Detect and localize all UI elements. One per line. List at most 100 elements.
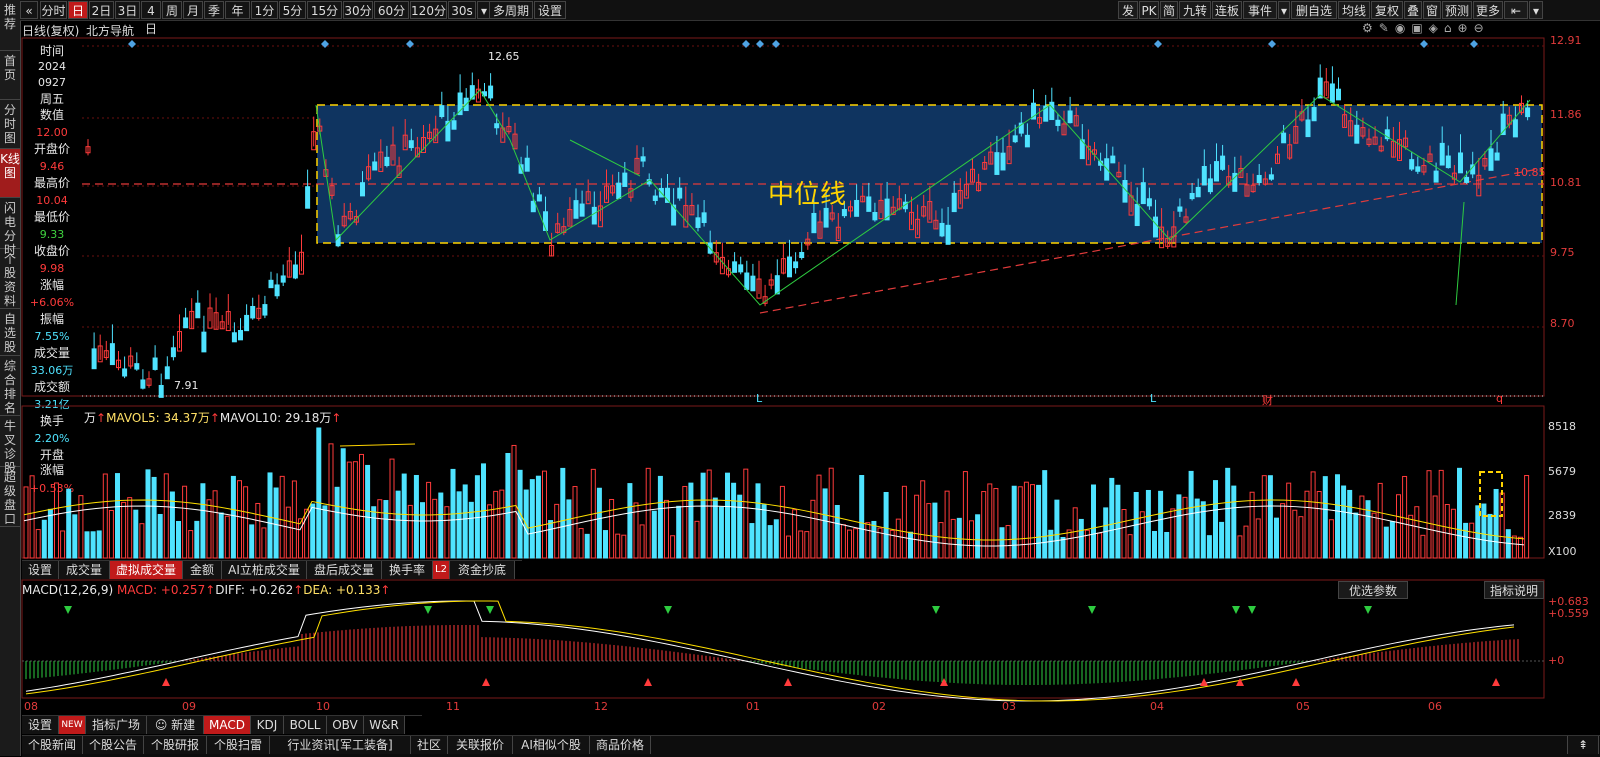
bottom-tab-quotes[interactable]: 关联报价 xyxy=(448,736,513,754)
volume-bar xyxy=(1267,475,1273,559)
volume-bar xyxy=(1280,503,1286,559)
indicator-tab-square[interactable]: 指标广场 xyxy=(86,716,147,734)
volume-bar xyxy=(743,468,749,559)
volume-bar xyxy=(1426,470,1432,559)
bottom-tab-announcements[interactable]: 个股公告 xyxy=(83,736,144,754)
volume-bar xyxy=(1310,471,1316,559)
volume-bar xyxy=(596,487,602,559)
indicator-tab-boll[interactable]: BOLL xyxy=(284,716,327,734)
volume-bar xyxy=(871,520,877,559)
indicator-tab-new[interactable]: ☺ 新建 xyxy=(147,716,204,734)
candle-body xyxy=(1268,174,1274,180)
candle-body xyxy=(872,211,878,221)
collapse-up-icon[interactable]: ⇞ xyxy=(1567,736,1599,754)
buy-signal-2 xyxy=(644,678,652,686)
month-12: 12 xyxy=(594,700,608,713)
volume-tab-virtual[interactable]: 虚拟成交量 xyxy=(110,561,183,579)
sell-signal-3 xyxy=(664,606,672,614)
volume-tab-capital[interactable]: 资金抄底 xyxy=(450,561,515,579)
volume-bar xyxy=(54,482,59,559)
volume-bar xyxy=(1316,491,1322,559)
volume-bar xyxy=(828,467,834,559)
candle-body xyxy=(494,123,500,129)
volume-bar xyxy=(499,489,505,559)
volume-bar xyxy=(779,485,785,559)
volume-bar xyxy=(200,483,206,559)
month-04: 04 xyxy=(1150,700,1164,713)
volume-bar xyxy=(932,502,938,559)
volume-bar xyxy=(1524,475,1530,559)
volume-bar xyxy=(474,475,480,559)
candle-body xyxy=(652,195,658,201)
candle-body xyxy=(1494,152,1500,161)
volume-bar xyxy=(1371,512,1377,559)
signal-diamond-5 xyxy=(772,40,780,48)
marker-finance[interactable]: 财 xyxy=(1262,392,1273,408)
volume-bar xyxy=(389,458,395,559)
indicator-tab-kdj[interactable]: KDJ xyxy=(251,716,284,734)
volume-unit: 万 xyxy=(84,411,97,425)
volume-bar xyxy=(359,453,364,559)
volume-bar xyxy=(603,530,608,559)
bottom-tab-ai-similar[interactable]: AI相似个股 xyxy=(513,736,590,754)
volume-bar xyxy=(212,490,218,559)
volume-bar xyxy=(121,501,127,559)
macd-axis-3: +0 xyxy=(1548,654,1565,667)
bottom-tab-industry[interactable]: 行业资讯[军工装备] xyxy=(270,736,411,754)
volume-bar xyxy=(108,509,114,559)
volume-bar xyxy=(72,514,78,559)
volume-bar xyxy=(639,524,645,559)
volume-bar xyxy=(645,467,651,559)
volume-tab-turnover[interactable]: 换手率 xyxy=(382,561,433,579)
macd-frame xyxy=(21,579,1545,699)
bottom-tab-community[interactable]: 社区 xyxy=(411,736,448,754)
indicator-tab-wr[interactable]: W&R xyxy=(364,716,405,734)
candle-body xyxy=(677,187,683,199)
diff-line xyxy=(25,600,1515,702)
volume-bar xyxy=(224,515,230,559)
volume-tab-afterhours[interactable]: 盘后成交量 xyxy=(307,561,382,579)
candle-body xyxy=(134,363,140,370)
indicator-tab-obv[interactable]: OBV xyxy=(327,716,364,734)
indicator-help-button[interactable]: 指标说明 xyxy=(1484,581,1544,599)
candle-body xyxy=(1525,107,1531,118)
indicator-tab-macd[interactable]: MACD xyxy=(204,716,251,734)
volume-bar xyxy=(401,473,407,559)
candle-body xyxy=(1146,198,1152,207)
volume-tab-volume[interactable]: 成交量 xyxy=(59,561,110,579)
volume-bar xyxy=(243,486,249,559)
bottom-tab-scan[interactable]: 个股扫雷 xyxy=(207,736,270,754)
volume-bar xyxy=(1121,509,1127,559)
candle-body xyxy=(799,251,805,259)
volume-bar xyxy=(413,474,419,559)
low-price-label: 7.91 xyxy=(174,379,199,392)
bottom-tab-news[interactable]: 个股新闻 xyxy=(22,736,83,754)
volume-bar xyxy=(889,529,895,559)
optimize-params-button[interactable]: 优选参数 xyxy=(1338,581,1408,599)
volume-tab-settings[interactable]: 设置 xyxy=(22,561,59,579)
sell-signal-7 xyxy=(1248,606,1256,614)
chart-canvas[interactable] xyxy=(0,0,1600,756)
volume-bar xyxy=(865,522,871,559)
volume-bar xyxy=(1030,484,1035,559)
volume-bar xyxy=(621,534,627,559)
volume-bar xyxy=(468,501,474,559)
candle-body xyxy=(1305,119,1311,138)
volume-tab-amount[interactable]: 金额 xyxy=(183,561,222,579)
bottom-tab-commodity[interactable]: 商品价格 xyxy=(590,736,651,754)
volume-bar xyxy=(584,533,590,559)
candle-body xyxy=(122,368,128,377)
indicator-tab-settings[interactable]: 设置 xyxy=(22,716,59,734)
volume-tabbar: 设置 成交量 虚拟成交量 金额 AI立桩成交量 盘后成交量 换手率 L2 资金抄… xyxy=(22,560,522,579)
volume-bar xyxy=(291,480,297,559)
candle-body xyxy=(787,256,792,278)
candle-body xyxy=(274,284,280,297)
bottom-tab-research[interactable]: 个股研报 xyxy=(144,736,207,754)
volume-bar xyxy=(456,491,462,559)
vol-axis-1: 8518 xyxy=(1548,420,1576,433)
sell-signal-2 xyxy=(486,606,494,614)
volume-bar xyxy=(249,524,255,559)
volume-tab-ai[interactable]: AI立桩成交量 xyxy=(222,561,307,579)
signal-diamond-4 xyxy=(756,40,764,48)
candle-body xyxy=(591,206,597,225)
